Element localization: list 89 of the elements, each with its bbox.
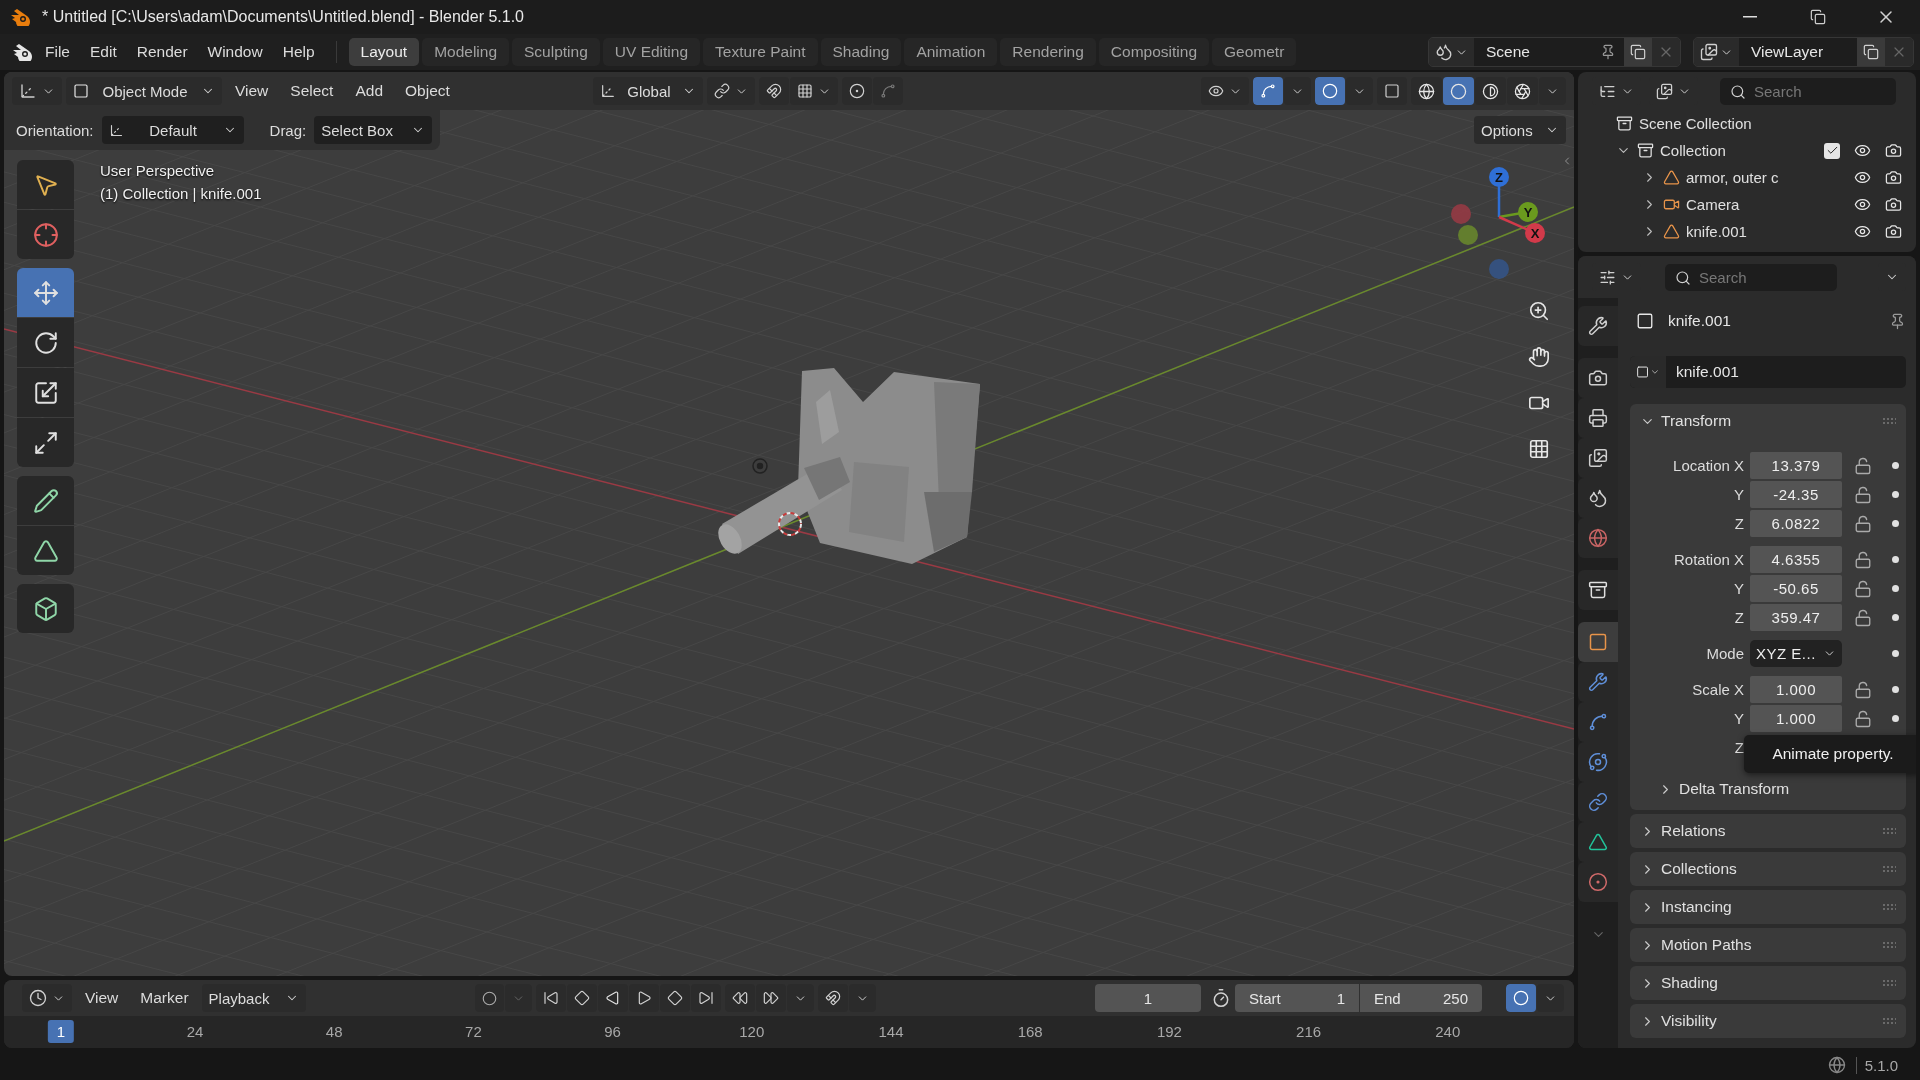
outliner-item[interactable]: Collection [1660, 142, 1726, 159]
frame-number: 48 [324, 1022, 344, 1042]
window-title: * Untitled [C:\Users\adam\Documents\Untitled.blend] - Blender 5.1.0 [42, 8, 525, 26]
number-field[interactable]: 13.379 [1750, 452, 1842, 479]
workspace-tab[interactable]: UV Editing [602, 38, 701, 66]
end-frame-field[interactable]: End 250 [1360, 984, 1482, 1012]
property-label: Location X [1672, 457, 1744, 474]
search-field[interactable]: Search [1665, 263, 1837, 291]
menu-item[interactable]: Add [346, 78, 392, 104]
transform-panel-header[interactable]: Transform [1630, 404, 1906, 438]
drag-dropdown[interactable]: Select Box [314, 116, 433, 144]
frame-number: 120 [738, 1022, 766, 1042]
frame-number: 72 [464, 1022, 483, 1042]
search-field[interactable]: Search [1720, 77, 1896, 105]
frame-number: 240 [1434, 1022, 1462, 1042]
number-field[interactable]: 359.47 [1750, 604, 1842, 631]
property-label: Y [1733, 580, 1744, 597]
property-label: Z [1733, 609, 1744, 626]
menu-item[interactable]: Edit [81, 39, 126, 65]
context-info: (1) Collection | knife.001 [100, 185, 262, 202]
current-frame-field[interactable]: 1 [1095, 984, 1201, 1012]
name-field[interactable]: knife.001 [1630, 356, 1906, 388]
object-name: knife.001 [1668, 312, 1732, 330]
mode-dropdown[interactable]: Object Mode [66, 77, 222, 105]
frame-number: 168 [1016, 1022, 1044, 1042]
version-label: 5.1.0 [1855, 1056, 1898, 1074]
number-field[interactable]: 4.6355 [1750, 546, 1842, 573]
collapsed-panel[interactable]: Shading [1630, 966, 1906, 1000]
collapsed-panel[interactable]: Collections [1630, 852, 1906, 886]
number-field[interactable]: 1.000 [1750, 705, 1842, 732]
workspace-tab[interactable]: Compositing [1098, 38, 1209, 66]
view-layer-name: ViewLayer [1751, 43, 1825, 61]
collapsed-panel[interactable]: Visibility [1630, 1004, 1906, 1038]
property-label: Z [1733, 515, 1744, 532]
menu-item[interactable]: Marker [131, 985, 198, 1011]
menu-item[interactable]: Window [198, 39, 272, 65]
workspace-tab[interactable]: Geometr [1212, 38, 1297, 66]
collapsed-panel[interactable]: Relations [1630, 814, 1906, 848]
menu-item[interactable]: View [226, 78, 278, 104]
workspace-tab[interactable]: Shading [820, 38, 902, 66]
view-name: User Perspective [100, 162, 216, 179]
frame-number: 24 [185, 1022, 205, 1042]
tooltip: Animate property. [1744, 735, 1916, 773]
mode-dropdown[interactable]: XYZ E... [1750, 640, 1842, 667]
menu-item[interactable]: View [76, 985, 128, 1011]
axis-handle[interactable]: Z [1489, 167, 1509, 217]
start-frame-field[interactable]: Start 1 [1235, 984, 1359, 1012]
menu-item[interactable]: Select [281, 78, 343, 104]
playback-dropdown[interactable]: Playback [201, 984, 306, 1012]
number-field[interactable]: -50.65 [1750, 575, 1842, 602]
scene-selector[interactable]: Scene [1428, 37, 1681, 67]
outliner-item[interactable]: armor, outer c [1686, 169, 1779, 186]
number-field[interactable]: 1.000 [1750, 676, 1842, 703]
options-dropdown[interactable]: Options [1474, 116, 1566, 144]
property-label: Y [1733, 710, 1744, 727]
property-label: Z [1733, 739, 1744, 756]
orientation-setting-dropdown[interactable]: Default [101, 116, 244, 144]
workspace-tab[interactable]: Texture Paint [703, 38, 818, 66]
menu-item[interactable]: Object [396, 78, 459, 104]
workspace-tab[interactable]: Modeling [422, 38, 510, 66]
menu-item[interactable]: Render [127, 39, 197, 65]
workspace-tab[interactable]: Animation [904, 38, 998, 66]
menu-item[interactable]: File [36, 39, 79, 65]
frame-number: 96 [603, 1022, 622, 1042]
workspace-tab[interactable]: Rendering [1000, 38, 1096, 66]
delta-transform-subpanel[interactable]: Delta Transform [1630, 774, 1906, 804]
frame-number: 216 [1295, 1022, 1323, 1042]
workspace-tab[interactable]: Sculpting [512, 38, 600, 66]
property-label: Mode [1705, 645, 1744, 662]
property-label: Rotation X [1672, 551, 1744, 568]
scene-name: Scene [1486, 43, 1531, 61]
outliner-item[interactable]: Scene Collection [1639, 115, 1752, 132]
menu-item[interactable]: Help [273, 39, 324, 65]
collapsed-panel[interactable]: Instancing [1630, 890, 1906, 924]
drag-label: Drag: [269, 121, 307, 139]
orientation-dropdown[interactable]: Global [592, 77, 703, 105]
property-label: Scale X [1691, 681, 1744, 698]
number-field[interactable]: -24.35 [1750, 481, 1842, 508]
outliner-item[interactable]: knife.001 [1686, 223, 1747, 240]
view-layer-selector[interactable]: ViewLayer [1693, 37, 1914, 67]
frame-number: 192 [1155, 1022, 1183, 1042]
number-field[interactable]: 6.0822 [1750, 510, 1842, 537]
outliner-item[interactable]: Camera [1686, 196, 1740, 213]
workspace-tab[interactable]: Layout [348, 38, 420, 66]
property-label: Y [1733, 486, 1744, 503]
frame-number: 144 [877, 1022, 905, 1042]
collapsed-panel[interactable]: Motion Paths [1630, 928, 1906, 962]
frame-number: 1 [47, 1020, 75, 1043]
orientation-label: Orientation: [16, 121, 94, 139]
